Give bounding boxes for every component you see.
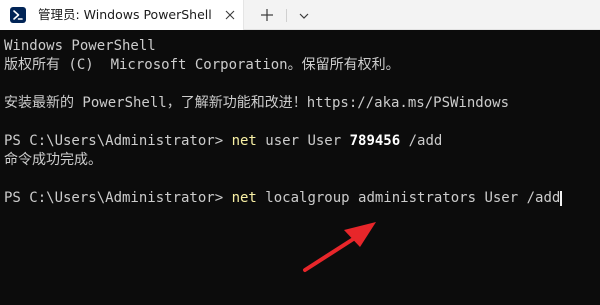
chevron-down-icon[interactable] (297, 9, 311, 23)
title-bar: 管理员: Windows PowerShell (0, 0, 600, 30)
command-args: /add (400, 133, 443, 149)
prompt: PS C:\Users\Administrator> (4, 190, 232, 206)
powershell-icon (10, 7, 26, 23)
command-line-2: PS C:\Users\Administrator> net localgrou… (4, 189, 563, 208)
console-line-install-hint: 安装最新的 PowerShell，了解新功能和改进！https://aka.ms… (4, 95, 510, 111)
command-password: 789456 (349, 133, 401, 149)
prompt: PS C:\Users\Administrator> (4, 133, 232, 149)
tab-powershell[interactable]: 管理员: Windows PowerShell (0, 0, 244, 30)
command-args: localgroup administrators User /add (256, 190, 561, 206)
command-keyword: net (231, 190, 257, 206)
command-keyword: net (231, 133, 257, 149)
terminal-window: 管理员: Windows PowerShell Windows PowerShe… (0, 0, 600, 305)
console-line-copyright: 版权所有 (C) Microsoft Corporation。保留所有权利。 (4, 57, 400, 73)
plus-icon[interactable] (258, 6, 276, 24)
command-args: user User (256, 133, 350, 149)
close-icon[interactable] (223, 8, 237, 22)
tab-title: 管理员: Windows PowerShell (38, 7, 212, 22)
console-line-header: Windows PowerShell (4, 38, 156, 54)
console-output[interactable]: Windows PowerShell 版权所有 (C) Microsoft Co… (0, 30, 600, 305)
console-line-success: 命令成功完成。 (4, 152, 102, 168)
command-line-1: PS C:\Users\Administrator> net user User… (4, 132, 442, 151)
text-cursor (560, 190, 563, 206)
toolbar-divider (286, 9, 287, 22)
